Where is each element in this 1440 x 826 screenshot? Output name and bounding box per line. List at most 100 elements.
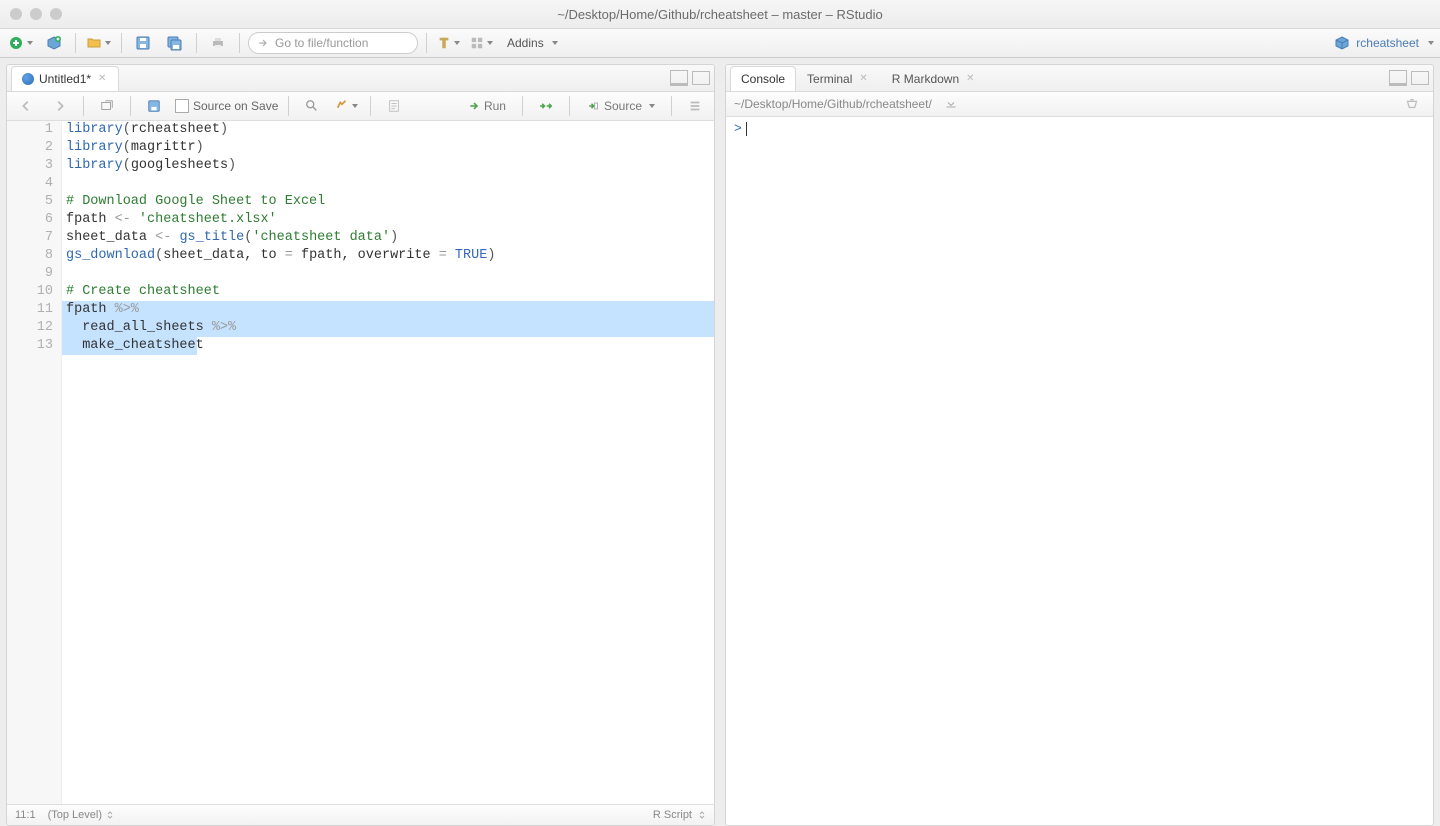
code-line[interactable]: library(googlesheets) bbox=[62, 157, 236, 175]
console-window-controls bbox=[1389, 70, 1429, 86]
toolbar-separator bbox=[288, 96, 289, 116]
code-area[interactable]: library(rcheatsheet)library(magrittr)lib… bbox=[62, 121, 714, 355]
save-source-button[interactable] bbox=[141, 95, 167, 117]
toolbar-separator bbox=[130, 96, 131, 116]
back-button[interactable] bbox=[13, 95, 39, 117]
toolbar-separator bbox=[426, 33, 427, 53]
chevron-down-icon bbox=[27, 41, 33, 45]
console-body[interactable]: > bbox=[726, 117, 1433, 825]
window-title: ~/Desktop/Home/Github/rcheatsheet – mast… bbox=[0, 7, 1440, 22]
main-toolbar: Go to file/function Addins rcheatsheet bbox=[0, 29, 1440, 58]
run-label: Run bbox=[484, 99, 506, 113]
code-line[interactable] bbox=[62, 265, 66, 283]
toolbar-separator bbox=[239, 33, 240, 53]
grid-button[interactable] bbox=[468, 32, 495, 54]
print-button[interactable] bbox=[205, 32, 231, 54]
console-tab-strip: Console Terminal ✕ R Markdown ✕ bbox=[726, 65, 1433, 92]
chevron-down-icon bbox=[487, 41, 493, 45]
outline-button[interactable] bbox=[682, 95, 708, 117]
toolbar-separator bbox=[196, 33, 197, 53]
run-button[interactable]: Run bbox=[462, 95, 512, 117]
updown-icon bbox=[698, 811, 706, 819]
chevron-down-icon bbox=[649, 104, 655, 108]
new-file-button[interactable] bbox=[6, 32, 35, 54]
save-all-button[interactable] bbox=[162, 32, 188, 54]
toolbar-separator bbox=[522, 96, 523, 116]
maximize-pane-icon[interactable] bbox=[692, 71, 710, 85]
toolbar-separator bbox=[121, 33, 122, 53]
code-tools-button[interactable] bbox=[333, 95, 360, 117]
tab-rmarkdown[interactable]: R Markdown ✕ bbox=[881, 66, 988, 91]
scope-label: (Top Level) bbox=[48, 809, 102, 821]
save-button[interactable] bbox=[130, 32, 156, 54]
compile-report-button[interactable] bbox=[381, 95, 407, 117]
tab-console-label: Console bbox=[741, 72, 785, 86]
code-line[interactable]: fpath %>% bbox=[62, 301, 139, 319]
source-on-save-toggle[interactable]: Source on Save bbox=[175, 99, 278, 113]
source-tab-strip: Untitled1* ✕ bbox=[7, 65, 714, 92]
chevron-down-icon bbox=[1428, 41, 1434, 45]
file-type-selector[interactable]: R Script bbox=[653, 809, 706, 821]
file-type-label: R Script bbox=[653, 809, 692, 821]
chevron-down-icon bbox=[352, 104, 358, 108]
rerun-button[interactable] bbox=[533, 95, 559, 117]
code-line[interactable]: read_all_sheets %>% bbox=[62, 319, 236, 337]
cursor-icon bbox=[746, 122, 747, 136]
toolbar-separator bbox=[671, 96, 672, 116]
source-label: Source bbox=[604, 99, 642, 113]
source-tab[interactable]: Untitled1* ✕ bbox=[11, 66, 119, 91]
console-panel: Console Terminal ✕ R Markdown ✕ ~/Deskto… bbox=[725, 64, 1434, 826]
console-prompt: > bbox=[734, 121, 742, 136]
find-button[interactable] bbox=[299, 95, 325, 117]
minimize-pane-icon[interactable] bbox=[670, 70, 688, 86]
tab-terminal[interactable]: Terminal ✕ bbox=[796, 66, 881, 91]
addins-button[interactable]: Addins bbox=[501, 32, 564, 54]
code-line[interactable] bbox=[62, 175, 66, 193]
line-gutter: 12345678910111213 bbox=[7, 121, 62, 804]
tab-console[interactable]: Console bbox=[730, 66, 796, 91]
code-line[interactable]: fpath <- 'cheatsheet.xlsx' bbox=[62, 211, 277, 229]
scope-selector[interactable]: (Top Level) bbox=[48, 809, 114, 821]
close-icon[interactable]: ✕ bbox=[96, 73, 108, 84]
code-line[interactable]: make_cheatsheet bbox=[62, 337, 204, 355]
code-line[interactable]: # Create cheatsheet bbox=[62, 283, 220, 301]
close-icon[interactable]: ✕ bbox=[857, 73, 869, 84]
code-editor[interactable]: 12345678910111213 library(rcheatsheet)li… bbox=[7, 121, 714, 804]
source-button[interactable]: Source bbox=[580, 95, 661, 117]
new-project-button[interactable] bbox=[41, 32, 67, 54]
checkbox-icon[interactable] bbox=[175, 99, 189, 113]
workspace: Untitled1* ✕ Source on Save bbox=[0, 58, 1440, 826]
maximize-pane-icon[interactable] bbox=[1411, 71, 1429, 85]
source-panel: Untitled1* ✕ Source on Save bbox=[6, 64, 715, 826]
open-file-button[interactable] bbox=[84, 32, 113, 54]
minimize-pane-icon[interactable] bbox=[1389, 70, 1407, 86]
arrow-right-icon bbox=[257, 37, 269, 49]
r-file-icon bbox=[22, 73, 34, 85]
code-line[interactable]: # Download Google Sheet to Excel bbox=[62, 193, 325, 211]
chevron-down-icon bbox=[105, 41, 111, 45]
view-wd-button[interactable] bbox=[938, 93, 964, 115]
code-line[interactable]: library(magrittr) bbox=[62, 139, 204, 157]
clear-console-button[interactable] bbox=[1399, 93, 1425, 115]
toolbar-separator bbox=[75, 33, 76, 53]
project-switcher[interactable]: rcheatsheet bbox=[1334, 35, 1434, 51]
tab-rmarkdown-label: R Markdown bbox=[892, 72, 959, 86]
source-status-bar: 11:1 (Top Level) R Script bbox=[7, 804, 714, 825]
toolbar-separator bbox=[370, 96, 371, 116]
show-in-new-window-button[interactable] bbox=[94, 95, 120, 117]
project-icon bbox=[1334, 35, 1350, 51]
goto-file-function-input[interactable]: Go to file/function bbox=[248, 32, 418, 54]
chevron-down-icon bbox=[552, 41, 558, 45]
chevron-down-icon bbox=[454, 41, 460, 45]
close-icon[interactable]: ✕ bbox=[964, 73, 976, 84]
tools-button[interactable] bbox=[435, 32, 462, 54]
forward-button[interactable] bbox=[47, 95, 73, 117]
source-on-save-label: Source on Save bbox=[193, 99, 278, 113]
code-line[interactable]: gs_download(sheet_data, to = fpath, over… bbox=[62, 247, 495, 265]
code-line[interactable]: library(rcheatsheet) bbox=[62, 121, 228, 139]
toolbar-separator bbox=[569, 96, 570, 116]
project-name: rcheatsheet bbox=[1356, 36, 1419, 50]
console-toolbar: ~/Desktop/Home/Github/rcheatsheet/ bbox=[726, 92, 1433, 117]
console-working-dir: ~/Desktop/Home/Github/rcheatsheet/ bbox=[734, 97, 932, 111]
code-line[interactable]: sheet_data <- gs_title('cheatsheet data'… bbox=[62, 229, 398, 247]
